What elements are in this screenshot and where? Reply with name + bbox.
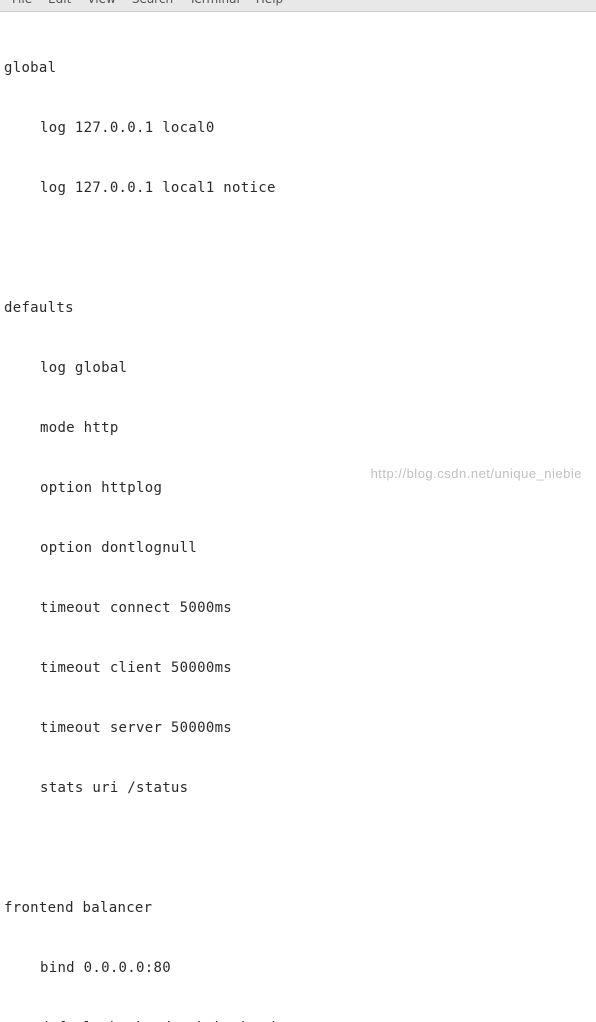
config-line: stats uri /status (4, 778, 592, 798)
menu-help[interactable]: Help (248, 0, 291, 5)
menu-edit[interactable]: Edit (40, 0, 79, 5)
config-line (4, 238, 592, 258)
config-line: mode http (4, 418, 592, 438)
editor-area[interactable]: global log 127.0.0.1 local0 log 127.0.0.… (0, 12, 596, 1022)
watermark: http://blog.csdn.net/unique_niebie (371, 466, 582, 481)
menu-view[interactable]: View (79, 0, 123, 5)
menu-file[interactable]: File (4, 0, 40, 5)
config-line: option dontlognull (4, 538, 592, 558)
config-line: frontend balancer (4, 898, 592, 918)
config-line: option httplog (4, 478, 592, 498)
menu-search[interactable]: Search (124, 0, 181, 5)
config-line: defaults (4, 298, 592, 318)
config-line: log global (4, 358, 592, 378)
menubar: File Edit View Search Terminal Help (0, 0, 596, 12)
menu-terminal[interactable]: Terminal (181, 0, 248, 5)
config-line: bind 0.0.0.0:80 (4, 958, 592, 978)
config-line: timeout client 50000ms (4, 658, 592, 678)
config-line: timeout connect 5000ms (4, 598, 592, 618)
config-line: global (4, 58, 592, 78)
config-line: default_backend web_backends (4, 1018, 592, 1022)
config-line: log 127.0.0.1 local0 (4, 118, 592, 138)
config-line (4, 838, 592, 858)
config-line: log 127.0.0.1 local1 notice (4, 178, 592, 198)
config-line: timeout server 50000ms (4, 718, 592, 738)
